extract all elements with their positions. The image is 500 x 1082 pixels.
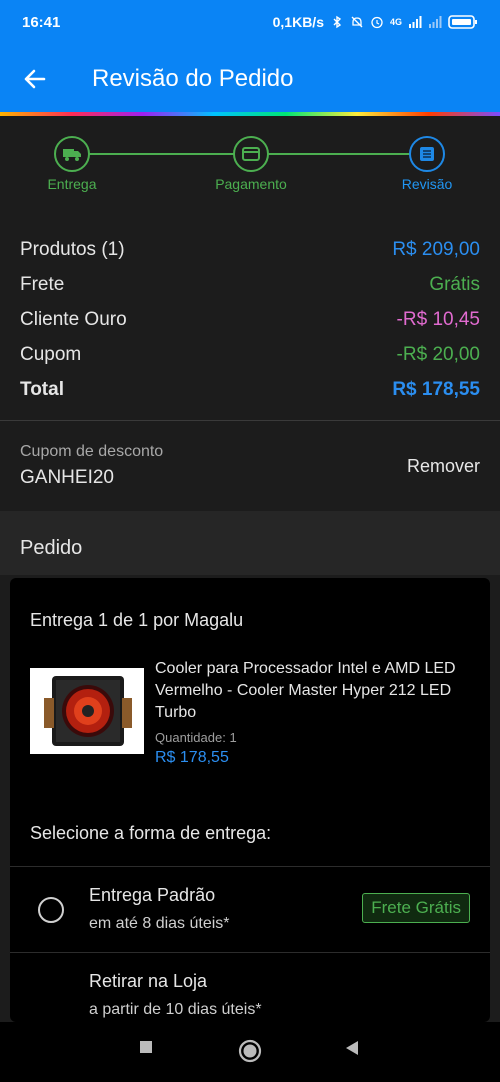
product-quantity: Quantidade: 1 [155, 730, 470, 745]
summary-value: R$ 209,00 [392, 238, 480, 260]
delivery-card: Entrega 1 de 1 por Magalu Cooler para Pr… [10, 578, 490, 1022]
battery-icon [448, 15, 477, 29]
delivery-header: Entrega 1 de 1 por Magalu [30, 610, 244, 630]
quantity-label: Quantidade: [155, 730, 226, 745]
summary-row-cupom: Cupom -R$ 20,00 [20, 337, 480, 372]
order-section-title: Pedido [20, 537, 83, 559]
summary-label: Frete [20, 273, 65, 295]
page-title: Revisão do Pedido [92, 65, 294, 92]
card-icon [242, 147, 260, 161]
product-name[interactable]: Cooler para Processador Intel e AMD LED … [155, 658, 470, 724]
app-bar: Revisão do Pedido [0, 44, 500, 114]
status-bar: 16:41 0,1KB/s 4G [0, 0, 500, 44]
free-shipping-badge: Frete Grátis [362, 893, 470, 923]
step-pagamento-circle [233, 136, 269, 172]
step-revisao-circle [409, 136, 445, 172]
step-revisao-label: Revisão [401, 176, 453, 192]
product-price: R$ 178,55 [155, 749, 229, 766]
summary-row-cliente-ouro: Cliente Ouro -R$ 10,45 [20, 302, 480, 337]
home-icon[interactable] [238, 1039, 262, 1063]
shipping-option-name: Retirar na Loja [89, 971, 208, 991]
quantity-value: 1 [229, 730, 237, 745]
checkout-stepper: Entrega Pagamento Revisão [0, 116, 500, 208]
remove-coupon-button[interactable]: Remover [407, 456, 480, 477]
signal-icon [409, 16, 422, 28]
summary-value: -R$ 10,45 [396, 308, 480, 330]
cooler-image [30, 668, 144, 754]
radio-button[interactable] [38, 897, 64, 923]
summary-row-frete: Frete Grátis [20, 267, 480, 302]
shipping-title: Selecione a forma de entrega: [30, 823, 272, 843]
summary-label: Produtos (1) [20, 238, 125, 260]
shipping-option-loja[interactable]: Retirar na Loja a partir de 10 dias útei… [10, 953, 490, 1022]
step-entrega-circle [54, 136, 90, 172]
status-time: 16:41 [22, 13, 61, 31]
shipping-option-padrao[interactable]: Entrega Padrão em até 8 dias úteis* Fret… [10, 867, 490, 953]
summary-label: Cupom [20, 343, 82, 365]
product-info: Cooler para Processador Intel e AMD LED … [155, 658, 470, 767]
coupon-section: Cupom de desconto GANHEI20 Remover [0, 421, 500, 511]
summary-row-total: Total R$ 178,55 [20, 372, 480, 407]
summary-label: Cliente Ouro [20, 308, 127, 330]
summary-value: Grátis [429, 273, 480, 295]
system-nav-bar [0, 1022, 500, 1082]
bluetooth-icon [333, 15, 342, 29]
step-revisao[interactable]: Revisão [372, 136, 482, 192]
step-entrega[interactable]: Entrega [17, 136, 127, 192]
arrow-left-icon[interactable] [22, 66, 48, 92]
summary-value: -R$ 20,00 [396, 343, 480, 365]
total-value: R$ 178,55 [392, 378, 480, 400]
recents-icon[interactable] [139, 1040, 153, 1054]
step-pagamento[interactable]: Pagamento [196, 136, 306, 192]
summary-row-produtos: Produtos (1) R$ 209,00 [20, 232, 480, 267]
signal-icon-2 [429, 16, 442, 28]
product-image[interactable] [30, 668, 144, 754]
shipping-option-eta: em até 8 dias úteis* [89, 915, 230, 932]
truck-icon [63, 149, 81, 161]
order-summary: Produtos (1) R$ 209,00 Frete Grátis Clie… [0, 208, 500, 420]
network-type: 4G [389, 17, 402, 27]
shipping-option-name: Entrega Padrão [89, 885, 216, 905]
list-icon [420, 147, 434, 161]
back-icon[interactable] [344, 1040, 360, 1056]
shipping-option-eta: a partir de 10 dias úteis* [89, 1001, 262, 1018]
mute-icon [351, 16, 363, 28]
step-pagamento-label: Pagamento [215, 176, 287, 192]
total-label: Total [20, 378, 64, 400]
alarm-icon [371, 16, 383, 29]
step-entrega-label: Entrega [47, 176, 97, 192]
network-speed: 0,1KB/s [272, 14, 324, 30]
